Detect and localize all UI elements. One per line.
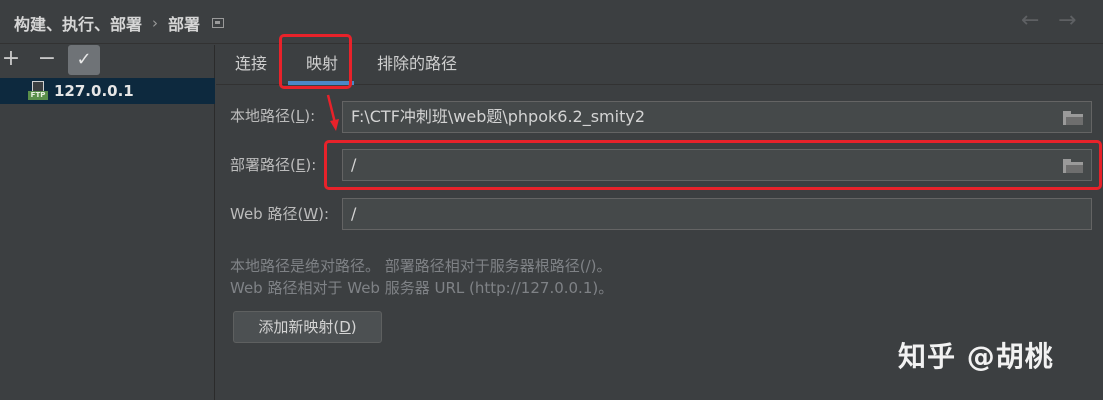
add-server-button[interactable]: + [0,45,26,75]
ftp-server-icon: FTP [28,81,48,101]
server-list-panel: + − ✓ FTP 127.0.0.1 [0,45,215,400]
tab-excluded-paths[interactable]: 排除的路径 [377,53,457,75]
project-scope-icon [212,18,225,28]
server-list-item[interactable]: FTP 127.0.0.1 [0,78,215,104]
annotation-arrow-icon [326,94,339,131]
local-path-label: 本地路径(L): [230,107,316,125]
server-list-toolbar: + − ✓ [0,45,215,75]
server-name: 127.0.0.1 [54,82,134,100]
deployment-path-label: 部署路径(E): [230,156,317,174]
ftp-tag-label: FTP [28,91,48,100]
settings-header: 构建、执行、部署 › 部署 ← → [0,0,1103,44]
local-path-value: F:\CTF冲刺班\web题\phpok6.2_smity2 [351,107,646,126]
breadcrumb-current: 部署 [168,15,201,34]
forward-arrow-icon[interactable]: → [1058,10,1076,32]
local-path-field[interactable]: F:\CTF冲刺班\web题\phpok6.2_smity2 [342,101,1092,133]
web-path-field[interactable]: / [342,198,1092,230]
remove-server-button[interactable]: − [32,45,62,75]
hint-text-line2: Web 路径相对于 Web 服务器 URL (http://127.0.0.1)… [230,279,614,297]
browse-folder-icon[interactable] [1063,111,1083,125]
add-mapping-button[interactable]: 添加新映射(D) [233,311,382,343]
back-arrow-icon[interactable]: ← [1021,10,1039,32]
web-path-label: Web 路径(W): [230,205,330,223]
annotation-highlight-tab [279,34,352,89]
hint-text-line1: 本地路径是绝对路径。 部署路径相对于服务器根路径(/)。 [230,257,612,275]
web-path-value: / [351,204,357,223]
watermark: 知乎 @胡桃 [898,340,1054,373]
tab-connection[interactable]: 连接 [235,53,267,75]
breadcrumb: 构建、执行、部署 › 部署 [14,11,225,35]
use-as-default-button[interactable]: ✓ [68,45,100,75]
breadcrumb-separator: › [152,14,159,32]
annotation-highlight-deploy-path [324,140,1102,190]
breadcrumb-parent[interactable]: 构建、执行、部署 [14,11,142,35]
